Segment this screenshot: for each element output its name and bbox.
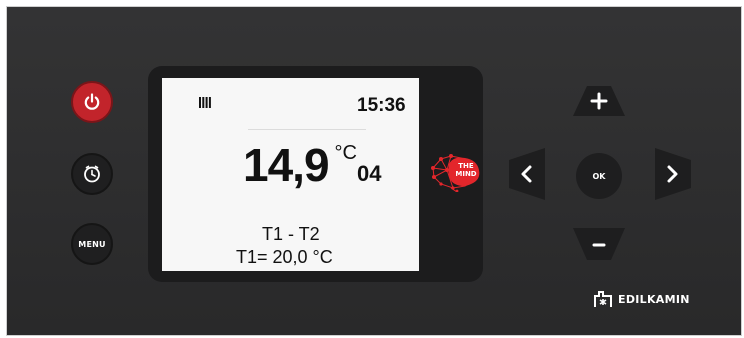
left-button[interactable] [509, 148, 545, 200]
temperature-readout: 14,9 °C04 [243, 138, 381, 192]
power-button[interactable] [71, 81, 113, 123]
power-icon [84, 93, 100, 110]
brand-logo: EDILKAMIN [594, 290, 690, 308]
power-level: 04 [356, 161, 382, 186]
the-mind-text: THE MIND [450, 162, 482, 178]
probe-label: T1 - T2 [262, 224, 320, 244]
temperature-value: 14,9 [243, 139, 330, 191]
display-time: 15:36 [357, 95, 406, 116]
the-mind-line1: THE [458, 162, 474, 170]
right-button[interactable] [655, 148, 691, 200]
edilkamin-logo-icon [594, 291, 612, 307]
down-button[interactable] [573, 228, 625, 260]
display-divider [248, 129, 366, 130]
brand-name: EDILKAMIN [618, 292, 690, 306]
ok-button[interactable]: OK [576, 153, 622, 199]
temperature-unit: °C [334, 142, 357, 164]
clock-icon [84, 165, 100, 183]
probe-temperature: T1= 20,0 °C [236, 247, 333, 267]
the-mind-line2: MIND [455, 170, 477, 178]
menu-button-label: MENU [78, 239, 106, 249]
menu-button[interactable]: MENU [71, 223, 113, 265]
radiator-icon [199, 97, 211, 111]
ok-button-label: OK [592, 171, 606, 181]
up-button[interactable] [573, 86, 625, 116]
clock-button[interactable] [71, 153, 113, 195]
